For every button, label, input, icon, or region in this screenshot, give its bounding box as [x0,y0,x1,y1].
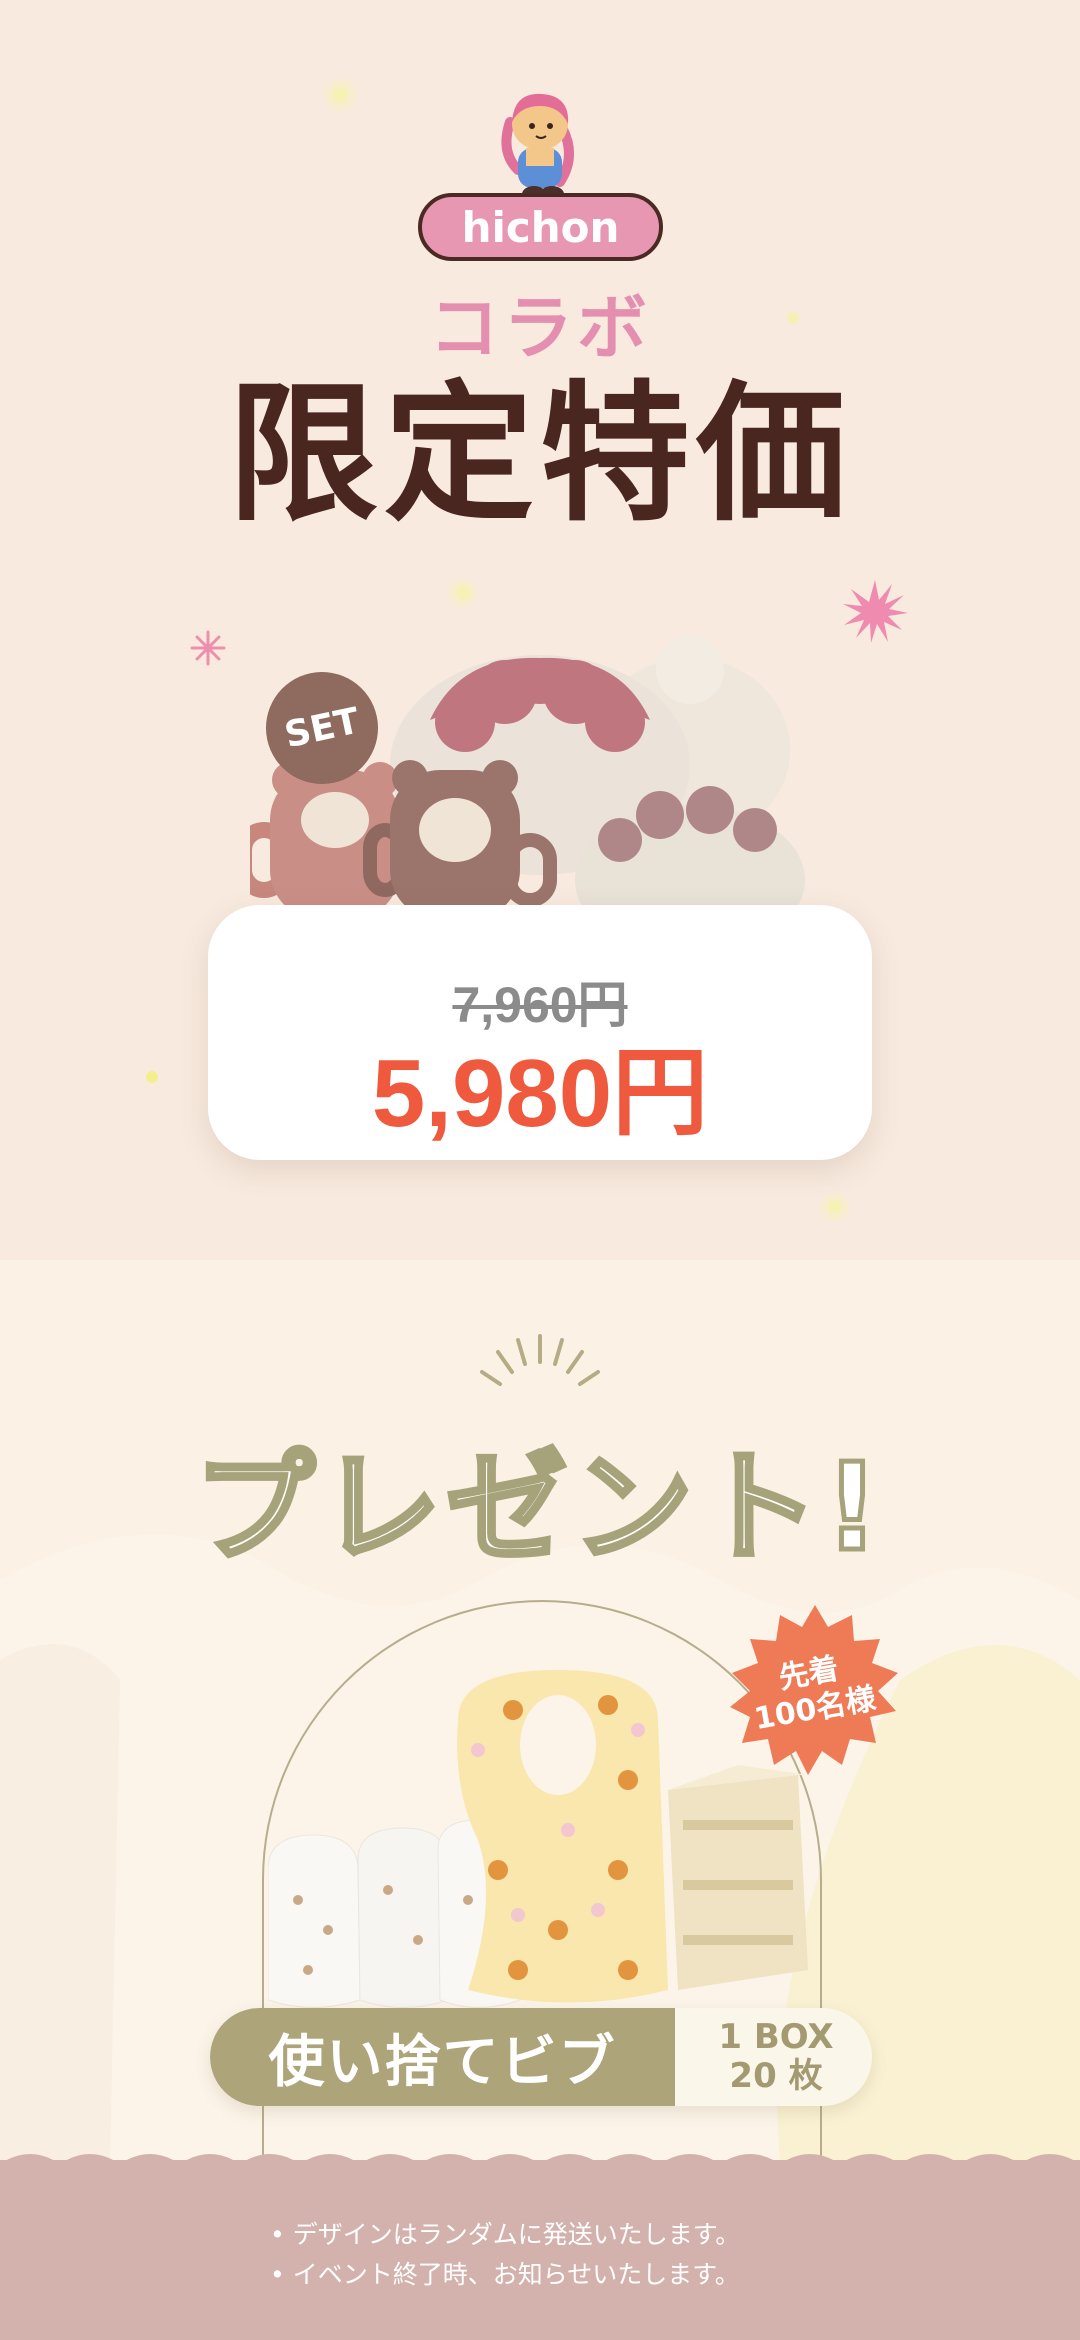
mascot-girl-illustration [501,93,574,202]
sparkle-icon [449,579,477,607]
qty-count: 20 枚 [729,2056,823,2097]
sun-rays-decoration [480,1334,600,1386]
sparkle-icon [821,1193,849,1221]
price-card: 7,960円 5,980円 [208,905,872,1160]
page-title: 限定特価 [227,368,852,542]
starburst-icon [190,630,226,666]
notes-list: デザインはランダムに発送いたします。 イベント終了時、お知らせいたします。 [270,2215,870,2295]
scallop-edge [0,2154,1080,2164]
present-title: プレゼント! [192,1437,886,1581]
hero-section: hichon コラボ 限定特価 SET 7,960円 5,980円 [0,0,1080,1260]
brand-pill: hichon [418,193,663,261]
note-item: デザインはランダムに発送いたします。 [270,2215,870,2255]
sparkle-icon [146,1071,158,1083]
item-quantity: 1 BOX 20 枚 [680,2017,872,2097]
sparkle-icon [324,79,356,111]
item-bar: 使い捨てビブ 1 BOX 20 枚 [210,2008,872,2106]
collab-label: コラボ [429,287,651,369]
note-item: イベント終了時、お知らせいたします。 [270,2255,870,2295]
item-label: 使い捨てビブ [268,2029,617,2095]
sale-price: 5,980円 [371,1040,709,1147]
qty-box: 1 BOX [718,2017,834,2057]
starburst-icon [843,580,908,643]
